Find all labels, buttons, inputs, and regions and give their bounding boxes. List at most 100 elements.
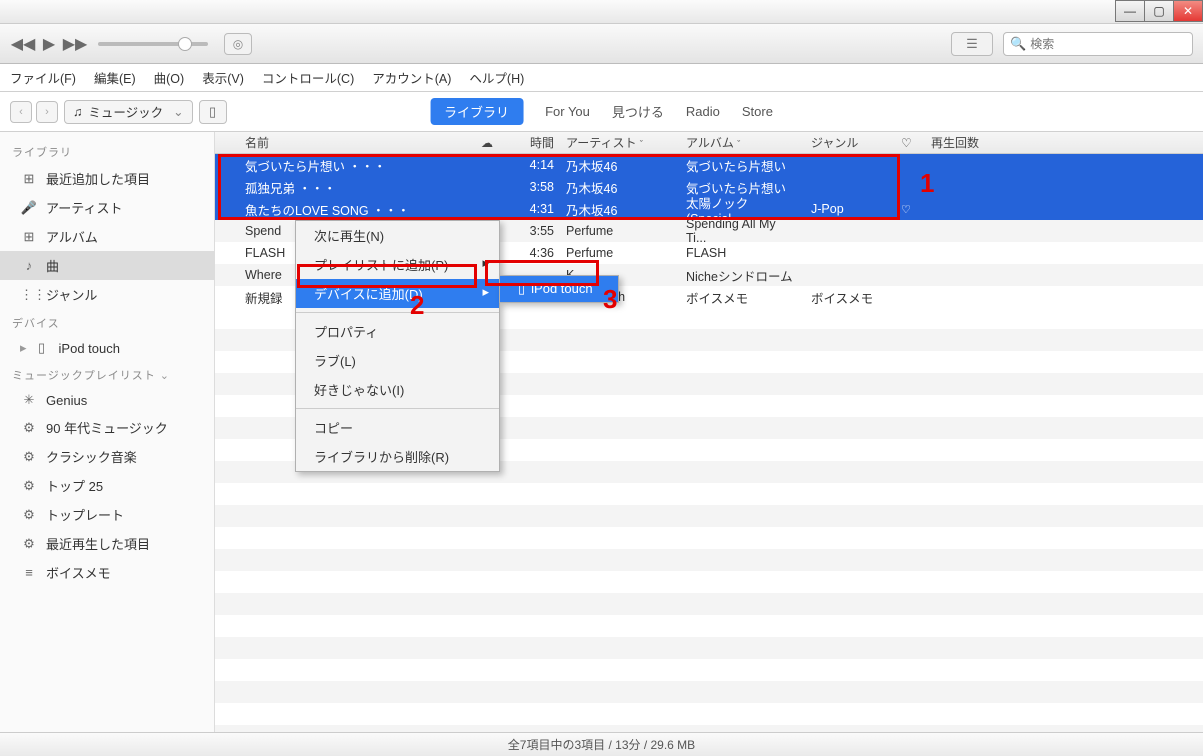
sidebar-item[interactable]: ♪曲: [0, 251, 214, 280]
sidebar-item[interactable]: ⊞アルバム: [0, 222, 214, 251]
sidebar-item[interactable]: ⚙90 年代ミュージック: [0, 413, 214, 442]
tab-library[interactable]: ライブラリ: [430, 98, 523, 125]
cell-album: Nicheシンドローム: [680, 266, 805, 285]
sidebar-item-device[interactable]: ▸▯iPod touch: [0, 335, 214, 361]
context-menu-item[interactable]: プレイリストに追加(P)▸: [296, 250, 499, 279]
sidebar-item[interactable]: ⚙ クラシック音楽: [0, 442, 214, 471]
context-menu-item[interactable]: 次に再生(N): [296, 221, 499, 250]
tab-browse[interactable]: 見つける: [612, 102, 664, 121]
menu-song[interactable]: 曲(O): [154, 68, 185, 87]
media-type-dropdown[interactable]: ♫ ミュージック ⌄: [64, 100, 193, 124]
next-button[interactable]: ▶▶: [62, 34, 88, 54]
sidebar-icon: ⚙: [20, 449, 38, 465]
forward-button[interactable]: ›: [36, 101, 58, 123]
cell-album: ボイスメモ: [680, 288, 805, 307]
airplay-button[interactable]: ◎: [224, 33, 252, 55]
sidebar-icon: ✳: [20, 392, 38, 408]
tab-radio[interactable]: Radio: [686, 104, 720, 119]
menu-help[interactable]: ヘルプ(H): [469, 68, 524, 87]
cell-time: 4:36: [505, 246, 560, 260]
column-headers: 名前 ☁ 時間 アーティスト ˇ アルバム ˇ ジャンル ♡ 再生回数: [215, 132, 1203, 154]
sidebar-icon: ⚙: [20, 478, 38, 494]
context-submenu: ▯iPod touch: [499, 275, 619, 303]
search-box[interactable]: 🔍: [1003, 32, 1193, 56]
content-area: 名前 ☁ 時間 アーティスト ˇ アルバム ˇ ジャンル ♡ 再生回数 気づいた…: [215, 132, 1203, 732]
col-artist[interactable]: アーティスト ˇ: [560, 134, 680, 151]
sidebar-label: クラシック音楽: [46, 447, 137, 466]
menu-file[interactable]: ファイル(F): [10, 68, 76, 87]
chevron-right-icon: ▸: [482, 284, 489, 300]
ctx-label: ラブ(L): [314, 354, 356, 369]
sidebar-item[interactable]: ⚙トップ 25: [0, 471, 214, 500]
sidebar-icon: ⊞: [20, 171, 38, 187]
previous-button[interactable]: ◀◀: [10, 34, 36, 54]
tab-store[interactable]: Store: [742, 104, 773, 119]
col-album[interactable]: アルバム ˇ: [680, 134, 805, 151]
cell-artist: 乃木坂46: [560, 200, 680, 219]
sidebar-label: 曲: [46, 256, 59, 275]
context-menu-item[interactable]: コピー: [296, 413, 499, 442]
context-menu-item[interactable]: ラブ(L): [296, 346, 499, 375]
sidebar-item[interactable]: ⊞最近追加した項目: [0, 164, 214, 193]
sidebar-label: ジャンル: [46, 285, 97, 304]
chevron-icon: ⌄: [173, 104, 183, 119]
music-icon: ♫: [73, 105, 82, 119]
sidebar-item[interactable]: 🎤アーティスト: [0, 193, 214, 222]
context-menu-item[interactable]: デバイスに追加(D)▸▯iPod touch: [296, 279, 499, 308]
cell-time: 3:55: [505, 224, 560, 238]
cell-album: 気づいたら片想い: [680, 156, 805, 175]
sidebar-label: アーティスト: [46, 198, 122, 217]
col-plays[interactable]: 再生回数: [925, 134, 1203, 151]
menu-account[interactable]: アカウント(A): [372, 68, 451, 87]
sidebar-icon: ⚙: [20, 420, 38, 436]
col-time[interactable]: 時間: [505, 134, 560, 151]
search-icon: 🔍: [1010, 36, 1026, 52]
ctx-label: 次に再生(N): [314, 229, 384, 244]
sidebar-icon: ⚙: [20, 507, 38, 523]
tab-foryou[interactable]: For You: [545, 104, 590, 119]
minimize-button[interactable]: —: [1115, 0, 1145, 22]
menu-controls[interactable]: コントロール(C): [262, 68, 354, 87]
chevron-right-icon: ▸: [20, 340, 27, 356]
sidebar-icon: ⚙: [20, 536, 38, 552]
media-type-label: ミュージック: [88, 102, 163, 121]
play-button[interactable]: ▶: [36, 34, 62, 54]
cell-artist: Perfume: [560, 224, 680, 238]
ctx-label: プロパティ: [314, 325, 378, 340]
sidebar: ライブラリ ⊞最近追加した項目🎤アーティスト⊞アルバム♪曲⋮⋮ジャンル デバイス…: [0, 132, 215, 732]
col-heart[interactable]: ♡: [895, 136, 925, 150]
sidebar-item[interactable]: ✳Genius: [0, 387, 214, 413]
menu-edit[interactable]: 編集(E): [94, 68, 136, 87]
sidebar-icon: ≡: [20, 565, 38, 580]
back-button[interactable]: ‹: [10, 101, 32, 123]
col-genre[interactable]: ジャンル: [805, 134, 895, 151]
volume-slider[interactable]: [98, 42, 208, 46]
context-menu-item[interactable]: プロパティ: [296, 317, 499, 346]
list-view-button[interactable]: ☰: [951, 32, 993, 56]
col-cloud[interactable]: ☁: [475, 136, 505, 150]
annotation-number-2: 2: [410, 290, 424, 321]
device-button[interactable]: ▯: [199, 100, 227, 124]
annotation-number-3: 3: [603, 284, 617, 315]
ctx-label: プレイリストに追加(P): [314, 258, 448, 273]
sidebar-item[interactable]: ⚙トップレート: [0, 500, 214, 529]
cell-heart: ♡: [895, 203, 925, 216]
sidebar-header-devices: デバイス: [0, 309, 214, 335]
sidebar-label: 最近再生した項目: [46, 534, 150, 553]
track-row[interactable]: 気づいたら片想い ・・・4:14乃木坂46気づいたら片想い: [215, 154, 1203, 176]
sidebar-item[interactable]: ⋮⋮ジャンル: [0, 280, 214, 309]
sidebar-item[interactable]: ≡ボイスメモ: [0, 558, 214, 587]
col-name[interactable]: 名前: [215, 134, 475, 151]
menu-view[interactable]: 表示(V): [202, 68, 244, 87]
device-icon: ▯: [518, 281, 525, 296]
sidebar-item[interactable]: ⚙ 最近再生した項目: [0, 529, 214, 558]
context-menu-item[interactable]: 好きじゃない(I): [296, 375, 499, 404]
close-button[interactable]: ✕: [1173, 0, 1203, 22]
sidebar-label: iPod touch: [59, 341, 120, 356]
search-input[interactable]: [1030, 37, 1186, 51]
cell-artist: Perfume: [560, 246, 680, 260]
maximize-button[interactable]: ▢: [1144, 0, 1174, 22]
submenu-item-ipod[interactable]: ▯iPod touch: [500, 276, 618, 302]
context-menu-item[interactable]: ライブラリから削除(R): [296, 442, 499, 471]
cell-name: 気づいたら片想い ・・・: [215, 156, 475, 175]
